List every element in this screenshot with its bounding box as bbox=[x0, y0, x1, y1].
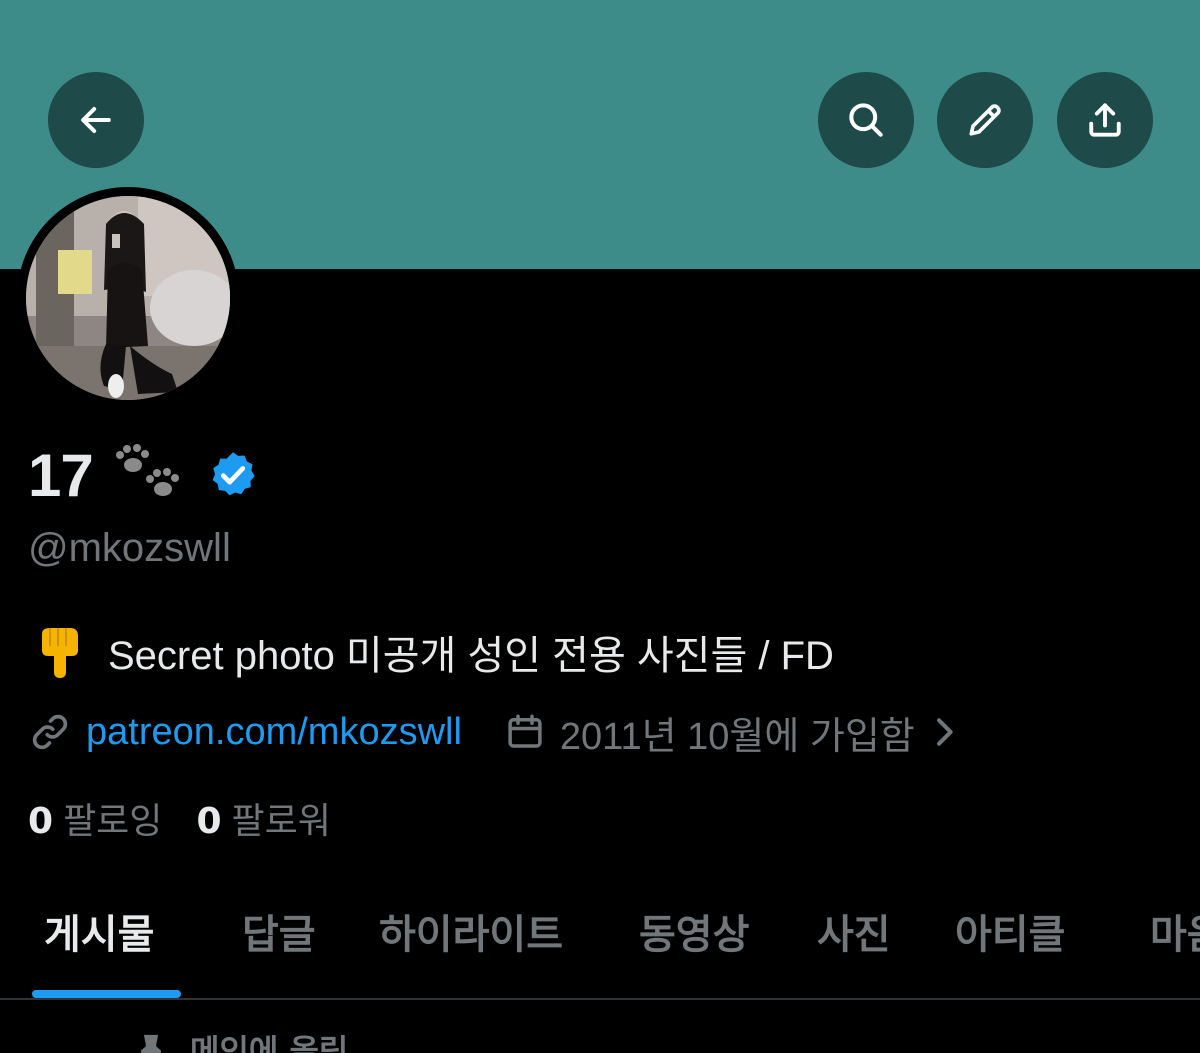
tab-posts[interactable]: 게시물 bbox=[44, 895, 154, 975]
following-label: 팔로잉 bbox=[63, 801, 163, 842]
edit-profile-button[interactable] bbox=[937, 72, 1033, 168]
joined-date[interactable]: 2011년 10월에 가입함 bbox=[560, 705, 915, 760]
pointing-down-hand-icon bbox=[42, 628, 78, 678]
tab-articles[interactable]: 아티클 bbox=[955, 895, 1065, 975]
tab-likes[interactable]: 마음 bbox=[1150, 895, 1200, 975]
arrow-left-icon bbox=[81, 106, 111, 134]
display-name: 17 bbox=[28, 441, 94, 509]
chevron-right-icon[interactable] bbox=[929, 712, 959, 752]
profile-website-link[interactable]: patreon.com/mkozswll bbox=[86, 711, 462, 754]
pinned-post-label: 메인에 올림 bbox=[138, 1032, 348, 1053]
followers-count: 0 bbox=[196, 801, 222, 842]
avatar-frame[interactable] bbox=[17, 187, 239, 409]
calendar-icon bbox=[508, 714, 542, 748]
link-icon bbox=[32, 714, 68, 750]
follow-stats: 0 팔로잉 0 팔로워 bbox=[28, 792, 331, 844]
followers-label: 팔로워 bbox=[231, 801, 331, 842]
back-button[interactable] bbox=[48, 72, 144, 168]
tabs-divider bbox=[0, 998, 1200, 1000]
search-icon bbox=[849, 103, 883, 137]
following-count: 0 bbox=[28, 801, 54, 842]
profile-bio: Secret photo 미공개 성인 전용 사진들 / FD bbox=[36, 622, 834, 682]
profile-name-row: 17 bbox=[28, 440, 259, 510]
verified-badge-icon[interactable] bbox=[207, 449, 259, 501]
pin-icon bbox=[141, 1034, 161, 1053]
avatar bbox=[26, 196, 230, 400]
share-upload-icon bbox=[1089, 103, 1121, 137]
tab-highlights[interactable]: 하이라이트 bbox=[379, 895, 563, 975]
following-link[interactable]: 0 팔로잉 bbox=[28, 792, 162, 844]
tab-photos[interactable]: 사진 bbox=[817, 895, 891, 975]
pencil-icon bbox=[969, 104, 1001, 136]
profile-handle: @mkozswll bbox=[28, 526, 231, 570]
bio-text: Secret photo 미공개 성인 전용 사진들 / FD bbox=[108, 634, 834, 678]
share-button[interactable] bbox=[1057, 72, 1153, 168]
paw-prints-icon bbox=[115, 444, 179, 496]
profile-tabs: 게시물 답글 하이라이트 동영상 사진 아티클 마음 bbox=[0, 895, 1200, 975]
search-button[interactable] bbox=[818, 72, 914, 168]
tab-replies[interactable]: 답글 bbox=[242, 895, 316, 975]
followers-link[interactable]: 0 팔로워 bbox=[196, 792, 330, 844]
active-tab-indicator bbox=[32, 990, 181, 998]
profile-meta-row: patreon.com/mkozswll 2011년 10월에 가입함 bbox=[28, 704, 959, 760]
tab-videos[interactable]: 동영상 bbox=[639, 895, 749, 975]
pinned-text: 메인에 올림 bbox=[190, 1032, 349, 1053]
